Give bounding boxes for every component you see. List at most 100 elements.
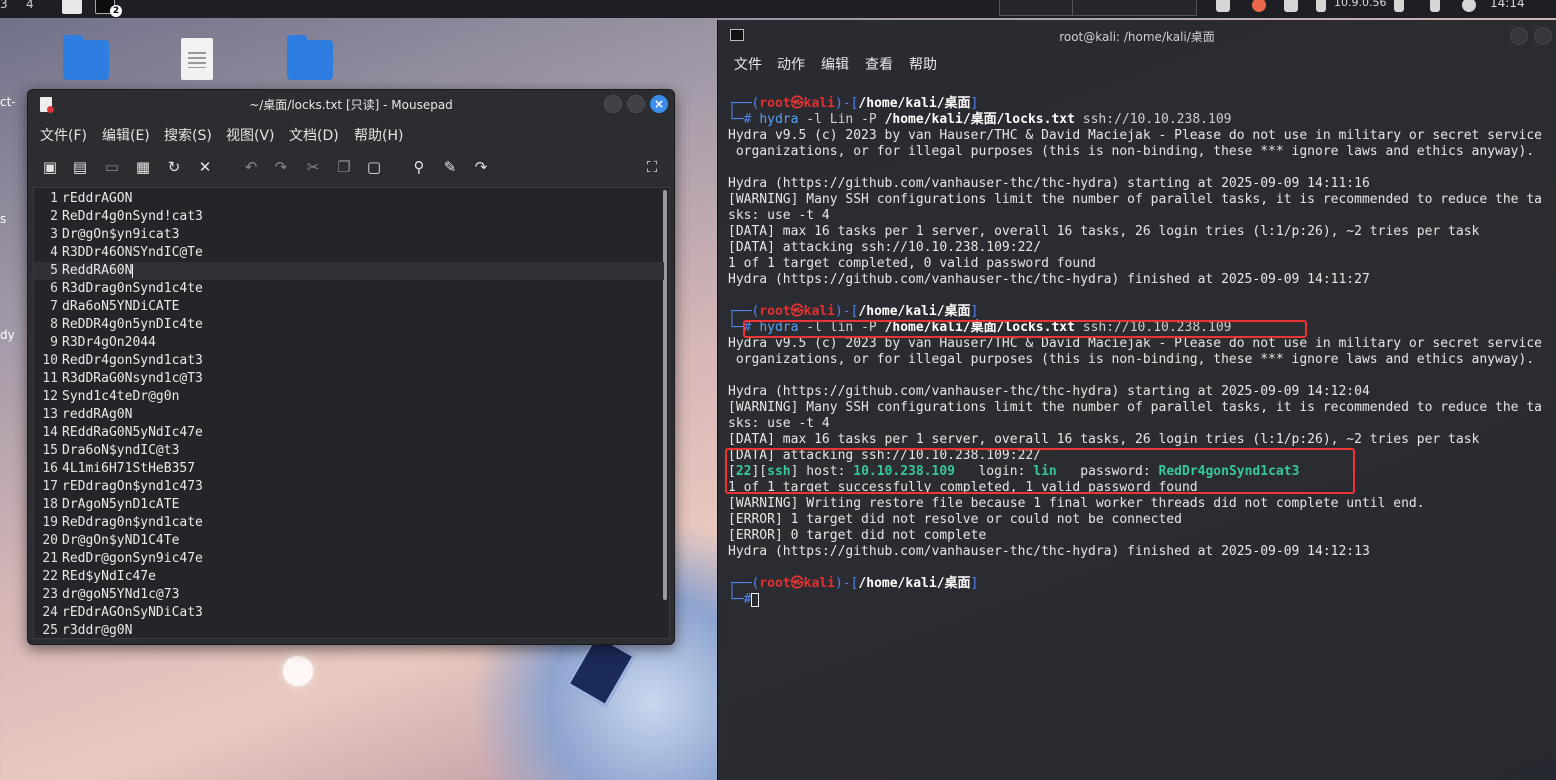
mousepad-titlebar[interactable]: ~/桌面/locks.txt [只读] - Mousepad ×: [28, 90, 674, 118]
notification-icon[interactable]: [1430, 0, 1440, 12]
power-icon[interactable]: [1462, 0, 1476, 12]
editor-line[interactable]: 12 Synd1c4teDr@g0n: [34, 388, 664, 406]
reload-icon[interactable]: ↻: [164, 157, 184, 177]
terminal-output-line: organizations, or for illegal purposes (…: [728, 352, 1535, 367]
line-text: ReddRA60N: [62, 263, 133, 278]
editor-line[interactable]: 20 Dr@gOn$yND1C4Te: [34, 532, 664, 550]
terminal-minimize-button[interactable]: [1510, 27, 1528, 45]
term-menu-help[interactable]: 帮助: [909, 54, 937, 74]
term-menu-view[interactable]: 查看: [865, 54, 893, 74]
line-number: 24: [42, 605, 58, 620]
line-number: 25: [42, 623, 58, 638]
terminal-output-line: Hydra (https://github.com/vanhauser-thc/…: [728, 384, 1370, 399]
line-number: 19: [42, 515, 58, 530]
workspace-3[interactable]: 3: [0, 0, 8, 11]
term-menu-file[interactable]: 文件: [734, 54, 762, 74]
fullscreen-icon[interactable]: ⛶: [642, 157, 662, 177]
line-text: Dr@gOn$yND1C4Te: [62, 533, 180, 548]
editor-line[interactable]: 18 DrAgoN5ynD1cATE: [34, 496, 664, 514]
find-icon[interactable]: ⚲: [409, 157, 429, 177]
terminal-output-line: [ERROR] 1 target did not resolve or coul…: [728, 512, 1182, 527]
find-replace-icon[interactable]: ✎: [440, 157, 460, 177]
menu-help[interactable]: 帮助(H): [354, 125, 403, 145]
cut-icon[interactable]: ✂: [303, 157, 323, 177]
terminal-output-line: [WARNING] Many SSH configurations limit …: [728, 192, 1542, 207]
minimize-button[interactable]: [604, 95, 622, 113]
editor-line[interactable]: 8 ReDDR4g0n5ynDIc4te: [34, 316, 664, 334]
line-number: 4: [50, 245, 58, 260]
save-as-icon[interactable]: ▦: [133, 157, 153, 177]
keyboard-icon[interactable]: [1284, 0, 1298, 12]
desktop-folder-icon-2[interactable]: [287, 35, 333, 80]
editor-line[interactable]: 17 rEDdragOn$ynd1c473: [34, 478, 664, 496]
undo-icon[interactable]: ↶: [241, 157, 261, 177]
terminal-title: root@kali: /home/kali/桌面: [1059, 30, 1215, 44]
line-text: r3ddr@g0N: [62, 623, 133, 638]
menu-view[interactable]: 视图(V): [226, 125, 275, 145]
clock: 14:14: [1490, 0, 1525, 10]
new-window-icon[interactable]: ▤: [70, 157, 90, 177]
editor-line[interactable]: 19 ReDdrag0n$ynd1cate: [34, 514, 664, 532]
editor-line[interactable]: 9 R3Dr4gOn2044: [34, 334, 664, 352]
new-document-icon[interactable]: ▣: [40, 157, 60, 177]
paste-icon[interactable]: ▢: [364, 157, 384, 177]
editor-line[interactable]: 13 reddRAg0N: [34, 406, 664, 424]
editor-line[interactable]: 25 r3ddr@g0N: [34, 622, 664, 638]
term-menu-edit[interactable]: 编辑: [821, 54, 849, 74]
network-icon[interactable]: [1316, 0, 1326, 12]
editor-line[interactable]: 14 REddRaG0N5yNdIc47e: [34, 424, 664, 442]
terminal-output-line: Hydra (https://github.com/vanhauser-thc/…: [728, 272, 1370, 287]
editor-line[interactable]: 22 REd$yNdIc47e: [34, 568, 664, 586]
app-tray-icon[interactable]: [1252, 0, 1266, 12]
line-number: 21: [42, 551, 58, 566]
prompt-line: ┌──(root㉿kali)-[/home/kali/桌面]: [728, 576, 979, 591]
go-to-icon[interactable]: ↷: [471, 157, 491, 177]
desktop-file-icon[interactable]: [181, 38, 213, 80]
line-number: 14: [42, 425, 58, 440]
editor-line[interactable]: 24 rEDdrAGOnSyNDiCat3: [34, 604, 664, 622]
editor-line[interactable]: 15 Dra6oN$yndIC@t3: [34, 442, 664, 460]
redo-icon[interactable]: ↷: [271, 157, 291, 177]
editor-line[interactable]: 4 R3DDr46ONSYndIC@Te: [34, 244, 664, 262]
menu-edit[interactable]: 编辑(E): [102, 125, 150, 145]
line-number: 15: [42, 443, 58, 458]
screenshot-icon[interactable]: [1216, 0, 1230, 12]
line-number: 18: [42, 497, 58, 512]
terminal-maximize-button[interactable]: [1534, 27, 1552, 45]
line-number: 16: [42, 461, 58, 476]
terminal-titlebar[interactable]: root@kali: /home/kali/桌面: [718, 20, 1556, 50]
line-number: 7: [50, 299, 58, 314]
terminal-window: root@kali: /home/kali/桌面 文件 动作 编辑 查看 帮助 …: [717, 20, 1556, 780]
term-menu-action[interactable]: 动作: [777, 54, 805, 74]
editor-line[interactable]: 21 RedDr@gonSyn9ic47e: [34, 550, 664, 568]
editor-line[interactable]: 1 rEddrAGON: [34, 190, 664, 208]
editor-line[interactable]: 10 RedDr4gonSynd1cat3: [34, 352, 664, 370]
desktop-folder-icon[interactable]: [63, 35, 109, 80]
editor-line[interactable]: 5 ReddRA60N: [34, 262, 664, 280]
menu-file[interactable]: 文件(F): [40, 125, 87, 145]
menu-search[interactable]: 搜索(S): [164, 125, 212, 145]
menu-document[interactable]: 文档(D): [289, 125, 339, 145]
maximize-button[interactable]: [627, 95, 645, 113]
editor-line[interactable]: 16 4L1mi6H71StHeB357: [34, 460, 664, 478]
line-number: 23: [42, 587, 58, 602]
volume-icon[interactable]: [1394, 0, 1404, 12]
close-tab-icon[interactable]: ✕: [195, 157, 215, 177]
editor-line[interactable]: 6 R3dDrag0nSynd1c4te: [34, 280, 664, 298]
save-icon[interactable]: ▭: [102, 157, 122, 177]
close-button[interactable]: ×: [650, 95, 668, 113]
editor-line[interactable]: 11 R3dDRaG0Nsynd1c@T3: [34, 370, 664, 388]
text-editor[interactable]: 1 rEddrAGON 2 ReDdr4g0nSynd!cat3 3 Dr@gOn$yn9…: [33, 187, 670, 639]
editor-line[interactable]: 2 ReDdr4g0nSynd!cat3: [34, 208, 664, 226]
copy-icon[interactable]: ❐: [334, 157, 354, 177]
terminal-menubar: 文件 动作 编辑 查看 帮助: [718, 52, 1556, 76]
editor-line[interactable]: 23 dr@goN5YNd1c@73: [34, 586, 664, 604]
editor-line[interactable]: 3 Dr@gOn$yn9icat3: [34, 226, 664, 244]
mousepad-task-icon[interactable]: [62, 0, 82, 14]
panel-window-button-2[interactable]: [1072, 0, 1197, 16]
workspace-4[interactable]: 4: [26, 0, 34, 11]
desktop-edge-label-3: dy: [0, 328, 15, 342]
line-text: RedDr4gonSynd1cat3: [62, 353, 203, 368]
terminal-output-line: [ERROR] 0 target did not complete: [728, 528, 987, 543]
editor-line[interactable]: 7 dRa6oN5YNDiCATE: [34, 298, 664, 316]
